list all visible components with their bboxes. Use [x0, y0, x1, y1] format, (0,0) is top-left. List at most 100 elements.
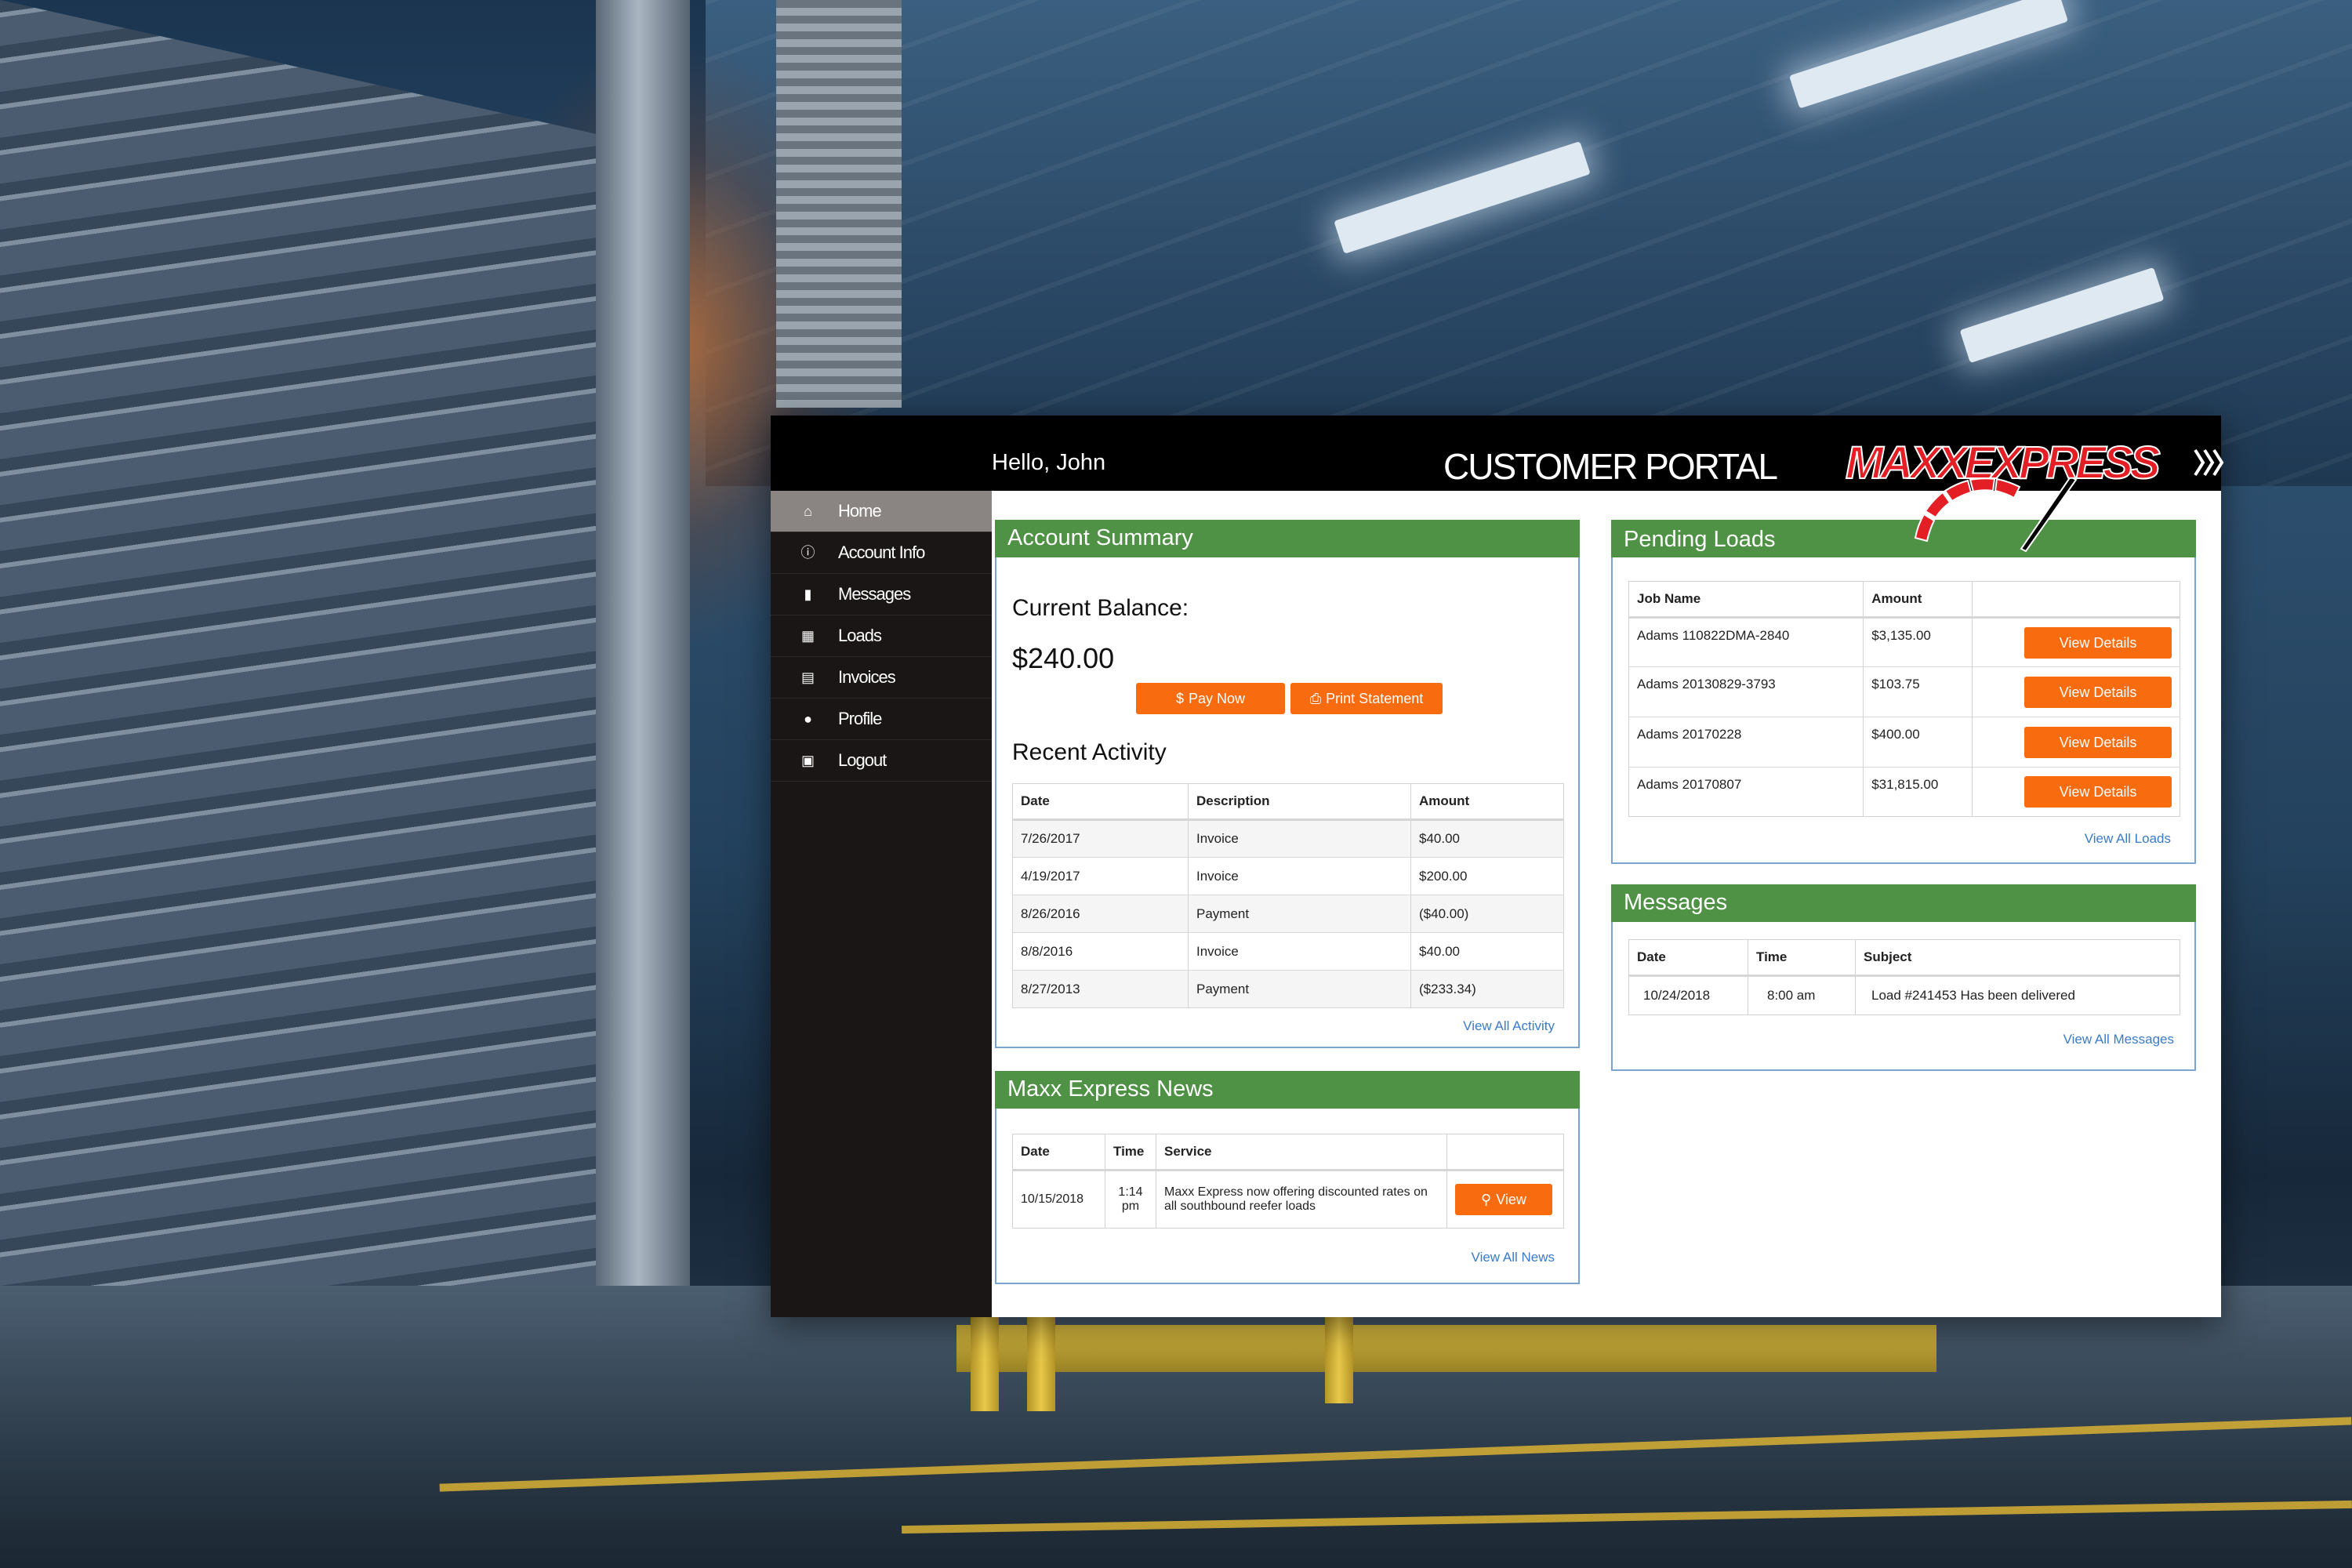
cell-job-name: Adams 110822DMA-2840	[1628, 617, 1864, 667]
cell-amount: $40.00	[1410, 932, 1564, 971]
balance-value: $240.00	[1012, 642, 1115, 674]
sidebar-item-account-info[interactable]: ⓘ Account Info	[771, 532, 992, 574]
air-duct	[776, 0, 902, 408]
table-row: Adams 110822DMA-2840 $3,135.00 View Deta…	[1628, 617, 2180, 667]
table-row: Adams 20130829-3793 $103.75 View Details	[1628, 666, 2180, 717]
view-details-button[interactable]: View Details	[2024, 776, 2172, 808]
search-icon: ⚲	[1481, 1192, 1492, 1207]
door-frame	[596, 0, 690, 1333]
cell-action: View Details	[1972, 666, 2180, 717]
messages-table: Date Time Subject 10/24/2018 8:00 am Loa…	[1628, 939, 2180, 1015]
logo-wordmark: MAXXEXPRESS	[1846, 437, 2161, 488]
cell-amount: $103.75	[1863, 666, 1973, 717]
view-details-button[interactable]: View Details	[2024, 726, 2172, 758]
table-row: 8/27/2013 Payment ($233.34)	[1012, 970, 1564, 1008]
panel-title: Messages	[1624, 890, 1728, 915]
sidebar-item-invoices[interactable]: ▤ Invoices	[771, 657, 992, 699]
cell-subject: Load #241453 Has been delivered	[1855, 975, 2180, 1015]
sidebar-item-profile[interactable]: ● Profile	[771, 699, 992, 740]
safety-barrier	[956, 1325, 1936, 1372]
sidebar-nav: ⌂ Home ⓘ Account Info ▮ Messages ▦ Loads…	[771, 491, 992, 1317]
sidebar-item-label: Profile	[838, 709, 882, 728]
cell-amount: $40.00	[1410, 819, 1564, 858]
column-header: Description	[1188, 783, 1411, 821]
barrier-post	[1027, 1317, 1055, 1411]
cell-date: 4/19/2017	[1012, 857, 1189, 895]
main-content: Account Summary Current Balance: $240.00…	[992, 491, 2221, 1317]
view-all-activity-link[interactable]: View All Activity	[1463, 1018, 1555, 1034]
table-header-row: Date Time Service	[1012, 1134, 1564, 1171]
table-row[interactable]: 10/24/2018 8:00 am Load #241453 Has been…	[1628, 975, 2180, 1015]
view-news-button[interactable]: ⚲ View	[1455, 1184, 1552, 1215]
view-details-button[interactable]: View Details	[2024, 626, 2172, 659]
user-greeting: Hello, John	[992, 450, 1106, 475]
list-icon: ▤	[800, 670, 815, 685]
sidebar-item-label: Account Info	[838, 543, 925, 562]
chat-bubble-icon: ▮	[804, 586, 812, 602]
lock-icon: ▣	[800, 753, 815, 768]
cell-action: ⚲ View	[1446, 1170, 1564, 1229]
sidebar-item-logout[interactable]: ▣ Logout	[771, 740, 992, 782]
ceiling	[706, 0, 2352, 486]
view-all-messages-link[interactable]: View All Messages	[2063, 1032, 2174, 1047]
view-all-news-link[interactable]: View All News	[1472, 1250, 1555, 1265]
column-header: Date	[1628, 939, 1748, 977]
pay-now-button[interactable]: $ Pay Now	[1136, 683, 1285, 714]
table-row: 8/8/2016 Invoice $40.00	[1012, 932, 1564, 971]
cell-action: View Details	[1972, 617, 2180, 667]
printer-icon: ⎙	[1309, 691, 1322, 706]
sidebar-item-messages[interactable]: ▮ Messages	[771, 574, 992, 615]
column-header: Date	[1012, 783, 1189, 821]
cell-job-name: Adams 20170228	[1628, 717, 1864, 768]
cell-date: 10/15/2018	[1012, 1170, 1105, 1229]
view-all-loads-link[interactable]: View All Loads	[2085, 831, 2171, 847]
home-icon: ⌂	[804, 503, 812, 519]
cell-date: 8/8/2016	[1012, 932, 1189, 971]
cell-amount: $31,815.00	[1863, 767, 1973, 817]
maxxexpress-logo[interactable]: MAXXEXPRESS	[1841, 423, 2233, 580]
panel-header: Maxx Express News	[995, 1071, 1580, 1109]
cell-amount: ($40.00)	[1410, 895, 1564, 933]
column-header: Time	[1748, 939, 1856, 977]
cell-time: 1:14 pm	[1105, 1170, 1156, 1229]
table-row: 7/26/2017 Invoice $40.00	[1012, 819, 1564, 858]
print-statement-button[interactable]: ⎙ Print Statement	[1290, 683, 1443, 714]
recent-activity-table: Date Description Amount 7/26/2017 Invoic…	[1012, 783, 1564, 1008]
column-header: Subject	[1855, 939, 2180, 977]
cell-action: View Details	[1972, 717, 2180, 768]
cell-description: Payment	[1188, 895, 1411, 933]
barrier-post	[1325, 1317, 1353, 1403]
sidebar-item-home[interactable]: ⌂ Home	[771, 491, 992, 532]
table-row: Adams 20170807 $31,815.00 View Details	[1628, 767, 2180, 817]
panel-header: Account Summary	[995, 520, 1580, 557]
view-details-button[interactable]: View Details	[2024, 676, 2172, 708]
column-header: Date	[1012, 1134, 1105, 1171]
column-header: Amount	[1410, 783, 1564, 821]
messages-panel: Messages Date Time Subject 10/24/2018 8:…	[1611, 884, 2196, 1071]
column-header: Amount	[1863, 581, 1973, 619]
table-header-row: Job Name Amount	[1628, 581, 2180, 619]
cell-date: 8/27/2013	[1012, 970, 1189, 1008]
sidebar-item-label: Invoices	[838, 667, 896, 687]
portal-title: CUSTOMER PORTAL	[1443, 446, 1778, 487]
column-header	[1446, 1134, 1564, 1171]
calendar-icon: ▦	[800, 628, 815, 644]
cell-service: Maxx Express now offering discounted rat…	[1156, 1170, 1447, 1229]
column-header: Time	[1105, 1134, 1156, 1171]
sidebar-item-label: Loads	[838, 626, 882, 645]
cell-amount: $200.00	[1410, 857, 1564, 895]
barrier-post	[971, 1317, 999, 1411]
cell-description: Invoice	[1188, 932, 1411, 971]
news-panel: Maxx Express News Date Time Service 10/1…	[995, 1071, 1580, 1284]
table-row: 4/19/2017 Invoice $200.00	[1012, 857, 1564, 895]
cell-time: 8:00 am	[1748, 975, 1856, 1015]
recent-activity-title: Recent Activity	[1012, 739, 1167, 765]
cell-amount: $3,135.00	[1863, 617, 1973, 667]
column-header	[1972, 581, 2180, 619]
cell-job-name: Adams 20130829-3793	[1628, 666, 1864, 717]
column-header: Service	[1156, 1134, 1447, 1171]
cell-amount: ($233.34)	[1410, 970, 1564, 1008]
sidebar-item-loads[interactable]: ▦ Loads	[771, 615, 992, 657]
cell-description: Payment	[1188, 970, 1411, 1008]
cell-description: Invoice	[1188, 819, 1411, 858]
